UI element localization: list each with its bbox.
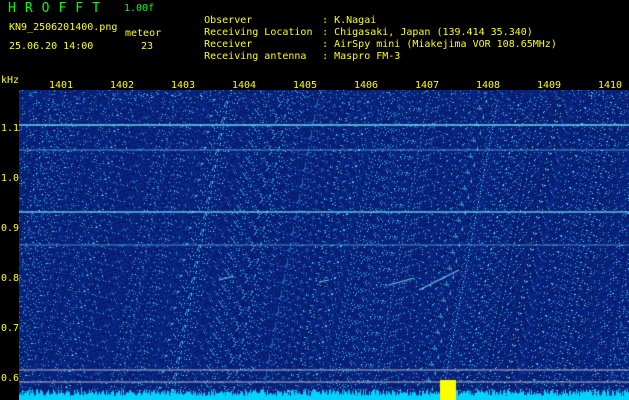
header: HROFFT 1.00f KN9_2506201400.png meteor 2… bbox=[0, 0, 629, 78]
y-tick-label: 0.9 bbox=[1, 223, 20, 234]
info-row-antenna: Receiving antenna: Maspro FM-3 bbox=[180, 39, 400, 75]
y-tick-label: 0.8 bbox=[1, 273, 20, 284]
y-tick-label: 1.0 bbox=[1, 173, 20, 184]
info-separator: : bbox=[322, 51, 329, 62]
y-tick-label: 0.7 bbox=[1, 323, 20, 334]
spectrogram-plot[interactable] bbox=[19, 90, 629, 400]
info-value: Maspro FM-3 bbox=[334, 51, 401, 62]
spectrogram-canvas[interactable] bbox=[19, 90, 629, 400]
app-title: HROFFT bbox=[8, 1, 109, 16]
datetime-label: 25.06.20 14:00 bbox=[9, 41, 94, 52]
station-label: meteor bbox=[125, 28, 162, 39]
info-label: Receiving antenna bbox=[204, 51, 307, 62]
y-unit-label: kHz bbox=[1, 75, 20, 86]
count-label: 23 bbox=[141, 41, 154, 52]
y-tick-label: 0.6 bbox=[1, 373, 20, 384]
y-tick-label: 1.1 bbox=[1, 123, 20, 134]
filename-label: KN9_2506201400.png bbox=[9, 22, 118, 33]
y-axis: 1.1 1.0 0.9 0.8 0.7 0.6 bbox=[0, 90, 19, 400]
version-label: 1.00f bbox=[124, 3, 155, 14]
